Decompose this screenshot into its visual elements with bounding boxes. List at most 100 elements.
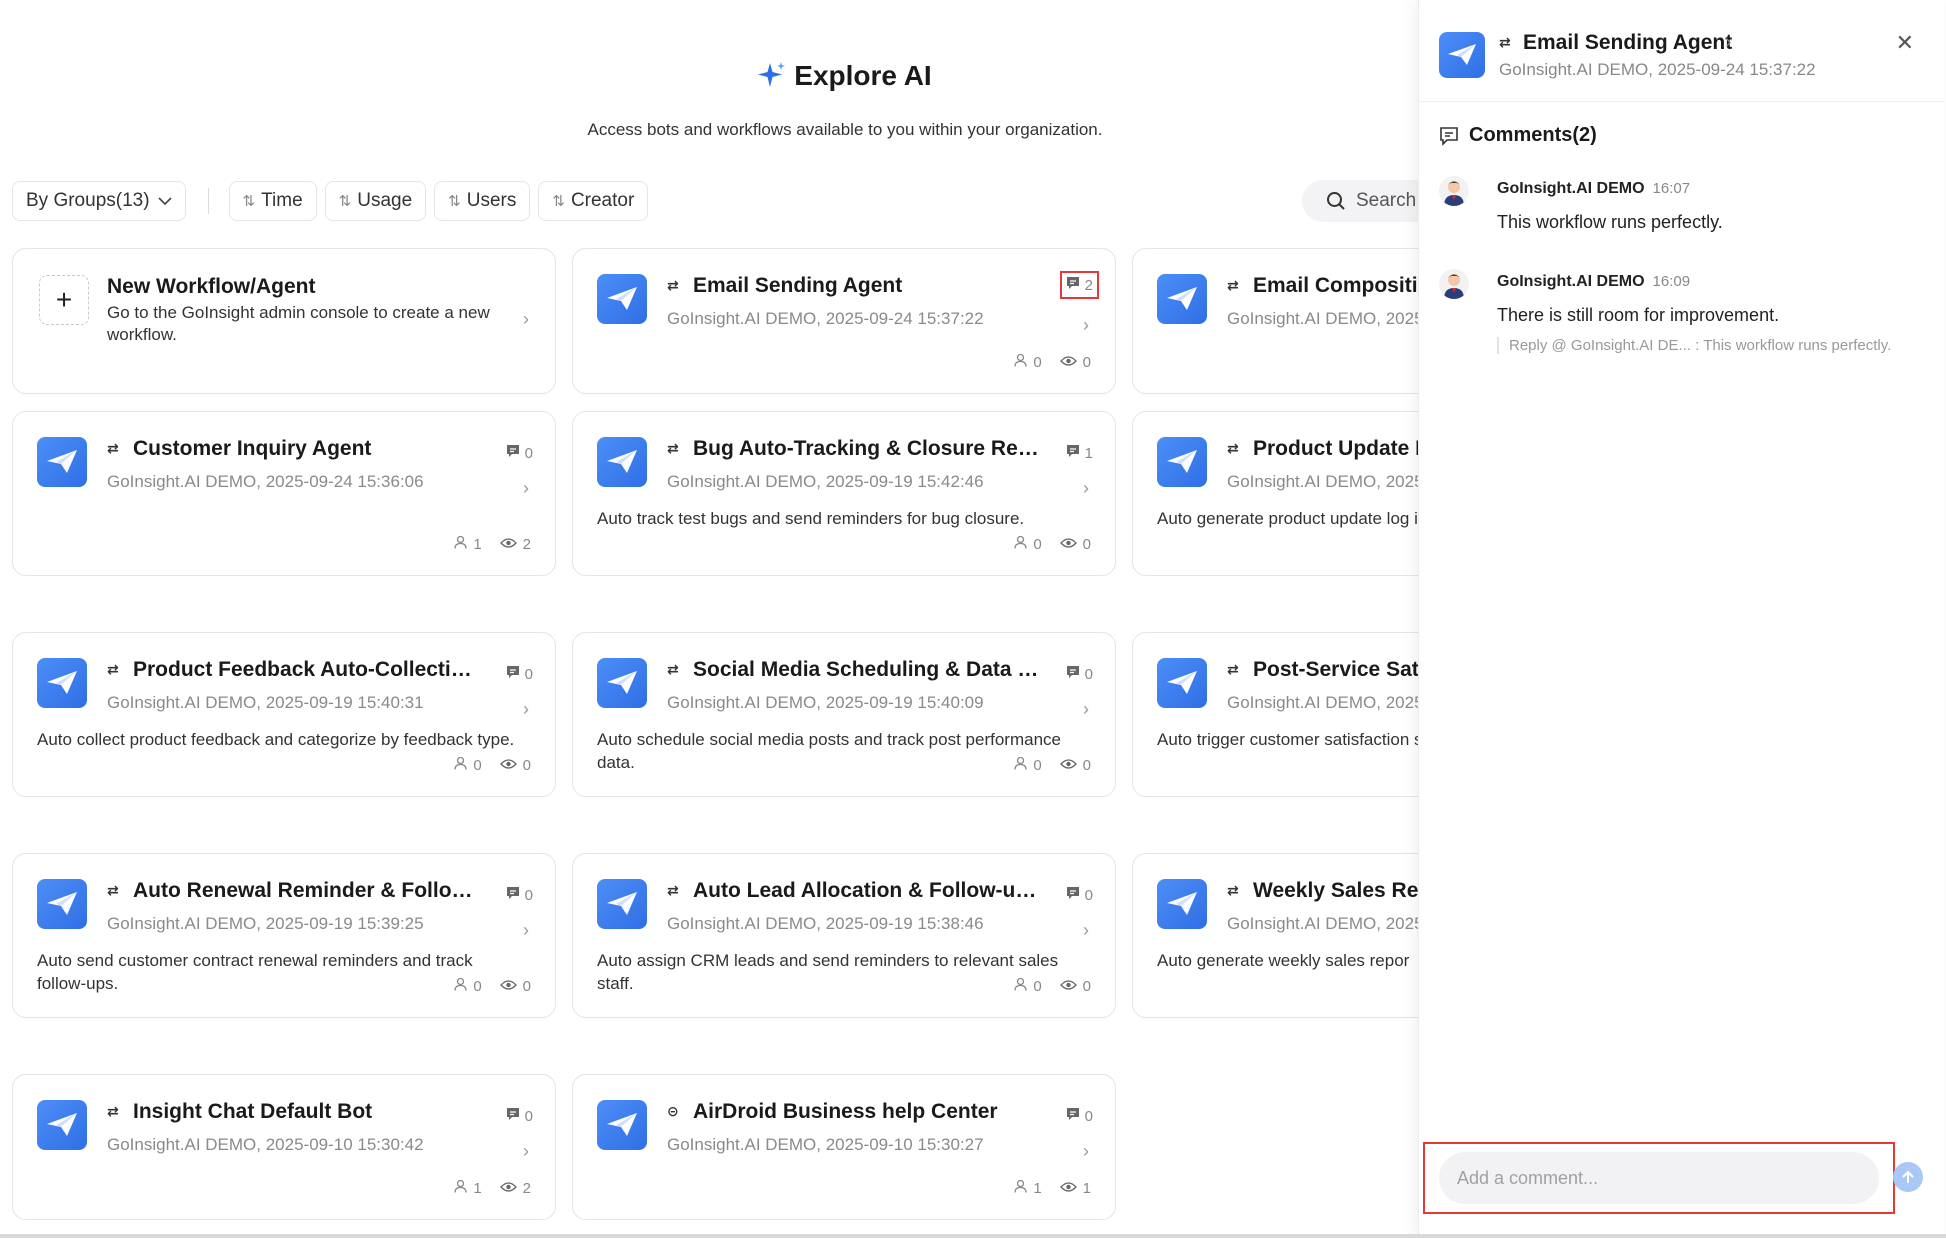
comment-count-button[interactable]: 1 (1066, 444, 1093, 462)
agent-logo (37, 879, 87, 929)
comment-icon (1066, 444, 1085, 462)
comment-count-button[interactable]: 0 (506, 886, 533, 904)
chevron-right-icon: › (523, 920, 529, 940)
sort-users-button[interactable]: ⇅ Users (434, 181, 531, 221)
comment-item: GoInsight.AI DEMO 16:09 There is still ro… (1439, 269, 1919, 369)
agent-logo (1439, 32, 1485, 78)
users-count: 0 (1033, 756, 1042, 774)
comment-count-button[interactable]: 2 (1059, 271, 1099, 299)
workflow-icon: ⇄ (1227, 882, 1239, 898)
comment-reply-quote: Reply @ GoInsight.AI DE... : This workfl… (1497, 337, 1891, 354)
card-title: Customer Inquiry Agent (133, 437, 372, 460)
card-title: Bug Auto-Tracking & Closure Remi... (693, 437, 1043, 460)
views-count: 0 (522, 977, 531, 995)
users-count: 0 (473, 756, 482, 774)
close-icon[interactable]: ✕ (1896, 30, 1914, 56)
comment-count-button[interactable]: 0 (506, 1107, 533, 1125)
comment-count-button[interactable]: 0 (506, 665, 533, 683)
agent-card[interactable]: ⇄ Bug Auto-Tracking & Closure Remi... GoIn… (572, 411, 1116, 576)
comment-icon (1440, 126, 1458, 146)
workflow-icon: ⇄ (1227, 661, 1239, 677)
agent-card[interactable]: ⇄ Auto Renewal Reminder & Follow-up GoInsi… (12, 853, 556, 1018)
chevron-right-icon[interactable]: › (1725, 31, 1732, 54)
agent-card[interactable]: ⇄ Insight Chat Default Bot GoInsight.AI DE… (12, 1074, 556, 1220)
card-stats: 00 (996, 535, 1091, 553)
views-count: 0 (522, 756, 531, 774)
agent-logo (37, 658, 87, 708)
comment-author: GoInsight.AI DEMO 16:07 (1497, 180, 1690, 198)
card-title: Product Update L (1253, 437, 1422, 460)
comment-count-button[interactable]: 0 (1066, 886, 1093, 904)
workflow-icon: ⇄ (667, 661, 679, 677)
workflow-icon: ⇄ (667, 882, 679, 898)
agent-card[interactable]: ⇄ Product Feedback Auto-Collection ... GoI… (12, 632, 556, 797)
views-count: 0 (1082, 353, 1091, 371)
chevron-right-icon: › (1083, 1141, 1089, 1161)
agent-card[interactable]: ⊝ AirDroid Business help Center GoInsight.… (572, 1074, 1116, 1220)
sort-alpha-icon: ⇅ (552, 193, 565, 210)
user-icon (1014, 1179, 1033, 1197)
users-stat: 0 (1014, 977, 1042, 995)
sort-time-button[interactable]: ⇅ Time (228, 181, 317, 221)
agent-card[interactable]: ⇄ Post-Service Satis GoInsight.AI DEMO, 20… (1132, 632, 1422, 797)
agent-card[interactable]: ⇄ Product Update L GoInsight.AI DEMO, 2025… (1132, 411, 1422, 576)
comments-header: Comments(2) (1439, 124, 1597, 147)
workflow-icon: ⇄ (107, 440, 119, 456)
views-stat: 1 (1059, 1180, 1091, 1197)
user-icon (454, 756, 473, 774)
comment-count: 0 (1084, 665, 1093, 683)
card-desc: Auto collect product feedback and catego… (37, 730, 515, 749)
sort-icon: ⇅ (242, 193, 256, 210)
workflow-icon: ⇄ (667, 277, 679, 293)
card-stats: 00 (996, 977, 1091, 995)
card-desc: Auto generate product update log interna… (1157, 509, 1422, 528)
agent-logo (597, 437, 647, 487)
card-title: Insight Chat Default Bot (133, 1100, 373, 1123)
comment-count-button[interactable]: 0 (506, 444, 533, 462)
comment-text: This workflow runs perfectly. (1497, 212, 1723, 232)
agent-card[interactable]: ⇄ Auto Lead Allocation & Follow-up ... GoI… (572, 853, 1116, 1018)
agent-logo (1157, 879, 1207, 929)
agent-logo (37, 437, 87, 487)
views-count: 2 (522, 535, 531, 553)
comment-count-button[interactable]: 0 (1066, 665, 1093, 683)
views-stat: 0 (499, 977, 531, 995)
eye-icon (499, 1180, 523, 1197)
users-count: 1 (473, 1179, 482, 1197)
sparkle-icon (758, 61, 786, 96)
eye-icon (1059, 1180, 1083, 1197)
comment-icon (506, 886, 525, 904)
sort-users-label: Users (466, 190, 517, 211)
card-desc: Auto generate weekly sales repor (1157, 951, 1410, 970)
agent-card[interactable]: ⇄ Email Composition Agent GoInsight.AI DEM… (1132, 248, 1422, 394)
agent-card[interactable]: ⇄ Social Media Scheduling & Data Tr... GoI… (572, 632, 1116, 797)
agent-card[interactable]: ⇄ Email Sending Agent GoInsight.AI DEMO, 2… (572, 248, 1116, 394)
agent-card[interactable]: ⇄ Weekly Sales Rep GoInsight.AI DEMO, 2025… (1132, 853, 1422, 1018)
card-meta: GoInsight.AI DEMO, 2025-09-19 15:42:46 (667, 472, 984, 491)
chevron-right-icon: › (1083, 315, 1089, 335)
group-filter-dropdown[interactable]: By Groups(13) (12, 181, 186, 221)
avatar (1439, 176, 1469, 206)
sort-creator-label: Creator (570, 190, 635, 211)
users-count: 0 (1033, 353, 1042, 371)
user-icon (1014, 756, 1033, 774)
panel-title[interactable]: Email Sending Agent (1523, 31, 1732, 55)
agent-logo (597, 274, 647, 324)
comment-count-button[interactable]: 0 (1066, 1107, 1093, 1125)
comment-icon (1066, 886, 1085, 904)
comment-input[interactable] (1439, 1152, 1879, 1204)
sort-usage-button[interactable]: ⇅ Usage (324, 181, 427, 221)
group-filter-label: By Groups(13) (26, 190, 150, 211)
sort-creator-button[interactable]: ⇅ Creator (538, 181, 649, 221)
users-count: 0 (1033, 535, 1042, 553)
views-stat: 0 (1059, 536, 1091, 553)
send-button[interactable] (1893, 1162, 1923, 1192)
users-stat: 1 (454, 535, 482, 553)
new-workflow-card[interactable]: + New Workflow/Agent Go to the GoInsight… (12, 248, 556, 394)
comment-icon (506, 665, 525, 683)
card-meta: GoInsight.AI DEMO, 2025-09-19 15:39:25 (107, 914, 424, 933)
comment-text: There is still room for improvement. (1497, 305, 1780, 325)
panel-meta: GoInsight.AI DEMO, 2025-09-24 15:37:22 (1499, 60, 1816, 79)
agent-card[interactable]: ⇄ Customer Inquiry Agent GoInsight.AI DEMO… (12, 411, 556, 576)
views-count: 0 (1082, 756, 1091, 774)
